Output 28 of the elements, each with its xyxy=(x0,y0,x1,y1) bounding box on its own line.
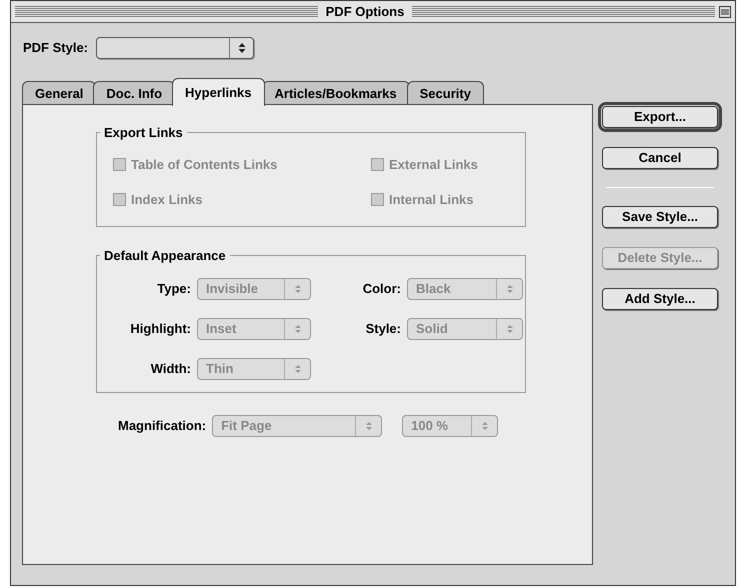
checkbox-label: Table of Contents Links xyxy=(131,156,278,174)
collapse-box-icon[interactable] xyxy=(719,6,731,18)
checkbox-label: External Links xyxy=(389,156,478,174)
button[interactable]: Save Style... xyxy=(602,206,718,228)
tab[interactable]: Security xyxy=(406,81,484,105)
up-down-arrows-icon xyxy=(238,42,246,54)
field-label: Width: xyxy=(150,360,191,378)
up-down-arrows-icon xyxy=(294,283,302,295)
checkbox-label: Internal Links xyxy=(389,190,474,208)
window-title: PDF Options xyxy=(324,2,406,21)
up-down-arrows-icon xyxy=(294,363,302,375)
tab[interactable]: General xyxy=(22,81,96,105)
field-label: Type: xyxy=(156,280,191,298)
up-down-arrows-icon xyxy=(506,283,514,295)
field-label: Style: xyxy=(364,320,401,338)
checkbox-label: Index Links xyxy=(131,190,203,208)
up-down-arrows-icon xyxy=(480,420,489,432)
pdf-style-dropdown[interactable] xyxy=(96,37,254,59)
field-label: Color: xyxy=(362,280,401,298)
tab[interactable]: Hyperlinks xyxy=(172,78,265,106)
magnification-label: Magnification: xyxy=(118,417,206,436)
field-label: Highlight: xyxy=(129,320,191,338)
up-down-arrows-icon xyxy=(364,420,373,432)
button[interactable]: Add Style... xyxy=(602,288,718,310)
pdf-style-label: PDF Style: xyxy=(23,39,88,58)
button[interactable]: Cancel xyxy=(602,147,718,169)
up-down-arrows-icon xyxy=(294,323,302,335)
up-down-arrows-icon xyxy=(506,323,514,335)
